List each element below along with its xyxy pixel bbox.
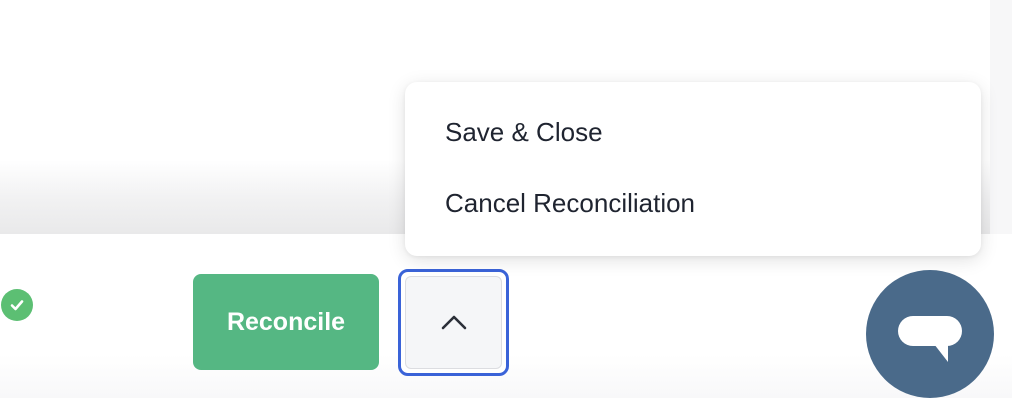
chevron-up-icon [441,315,466,329]
more-actions-toggle-button[interactable] [398,269,509,376]
scrollbar-track[interactable] [990,0,1012,234]
toggle-button-inner[interactable] [405,276,502,369]
page: Reconcile Save & Close Cancel Reconcilia… [0,0,1012,398]
menu-item-cancel-reconciliation[interactable]: Cancel Reconciliation [405,175,981,231]
checkmark-glyph [10,300,24,311]
menu-item-save-close[interactable]: Save & Close [405,104,981,160]
actions-dropdown-menu: Save & Close Cancel Reconciliation [405,82,981,256]
check-circle-icon [1,289,33,321]
reconcile-button[interactable]: Reconcile [193,274,379,370]
chat-launcher-button[interactable] [866,270,994,398]
chat-bubble-icon [898,316,962,362]
